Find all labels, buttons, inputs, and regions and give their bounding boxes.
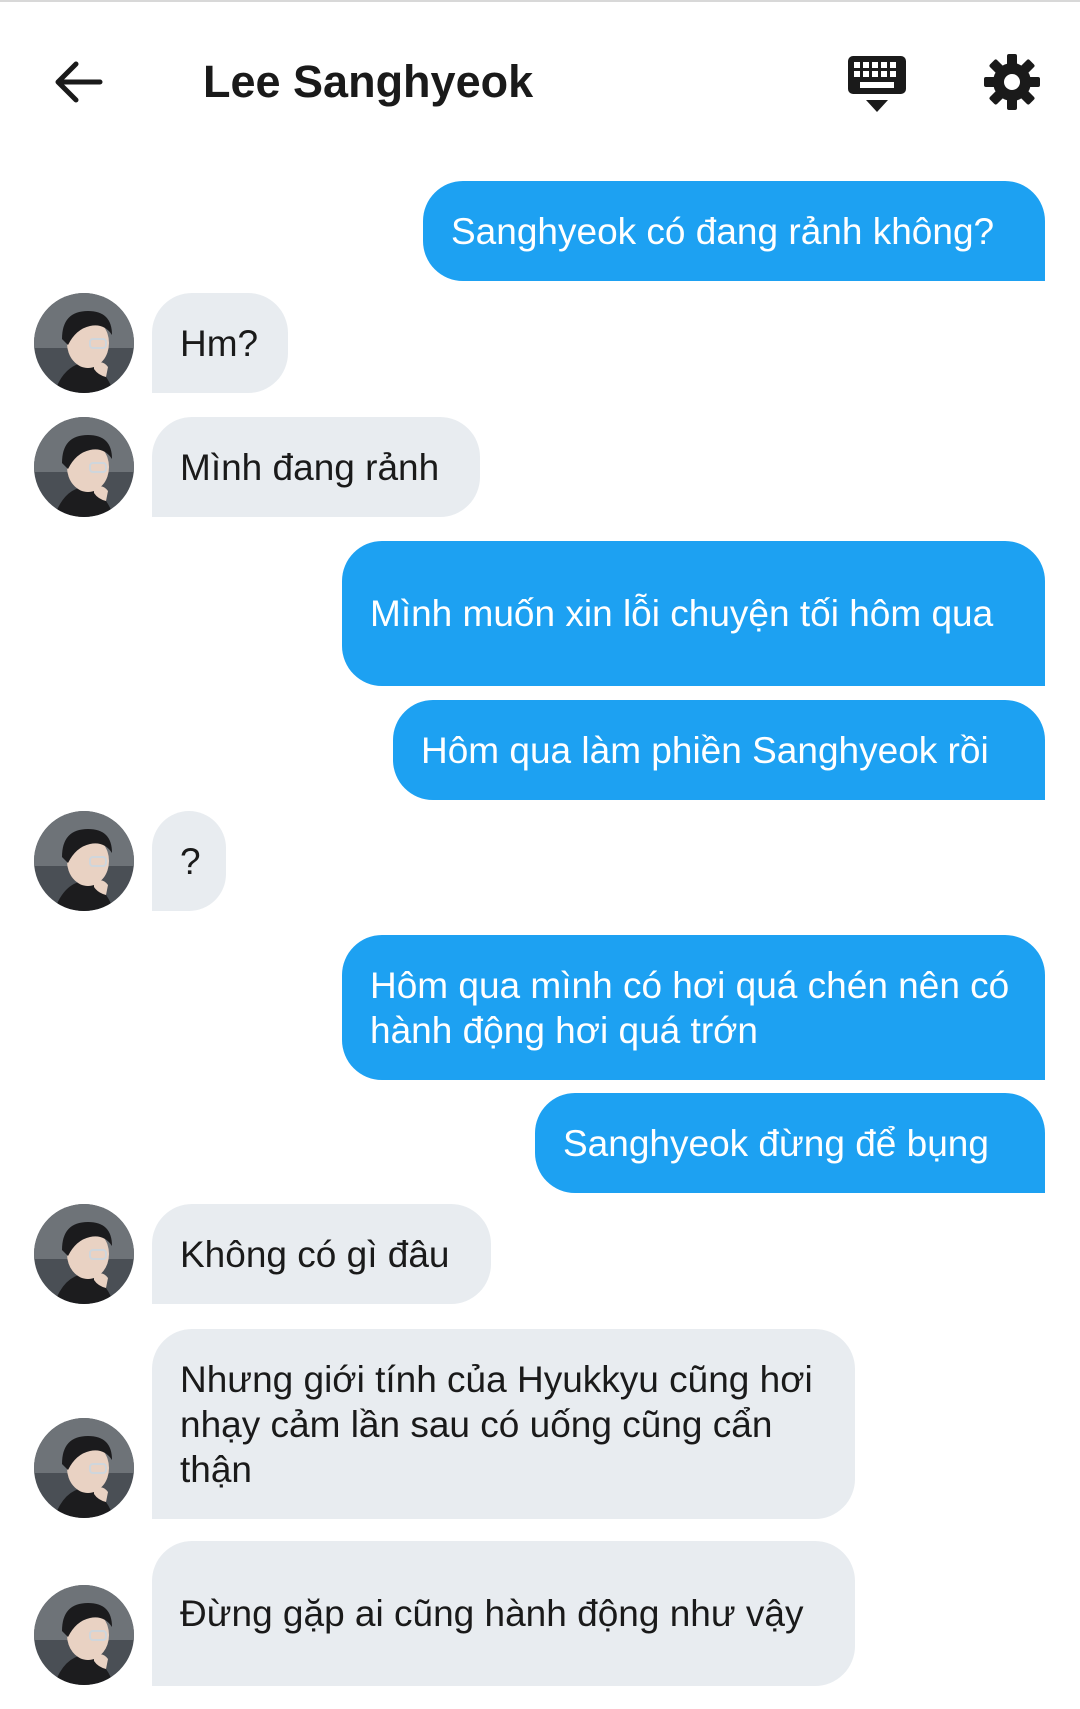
message-text: Sanghyeok có đang rảnh không? xyxy=(451,210,995,252)
back-button[interactable] xyxy=(48,52,108,112)
message-bubble-outgoing[interactable]: Hôm qua mình có hơi quá chén nên có hành… xyxy=(342,935,1045,1080)
message-bubble-incoming[interactable]: Đừng gặp ai cũng hành động như vậy xyxy=(152,1541,855,1686)
message-bubble-incoming[interactable]: Hm? xyxy=(152,293,288,393)
message-text: Mình đang rảnh xyxy=(180,446,440,488)
avatar[interactable] xyxy=(34,417,134,517)
avatar[interactable] xyxy=(34,1585,134,1685)
message-bubble-outgoing[interactable]: Mình muốn xin lỗi chuyện tối hôm qua xyxy=(342,541,1045,686)
message-bubble-incoming[interactable]: ? xyxy=(152,811,226,911)
message-text: ? xyxy=(180,840,201,882)
profile-photo xyxy=(34,417,134,517)
message-bubble-incoming[interactable]: Nhưng giới tính của Hyukkyu cũng hơi nhạ… xyxy=(152,1329,855,1519)
profile-photo xyxy=(34,1418,134,1518)
arrow-left-icon xyxy=(55,61,103,103)
profile-photo xyxy=(34,1204,134,1304)
message-text: Mình muốn xin lỗi chuyện tối hôm qua xyxy=(370,593,994,634)
message-text: Hôm qua mình có hơi quá chén nên có hành… xyxy=(370,964,1010,1051)
message-bubble-incoming[interactable]: Mình đang rảnh xyxy=(152,417,480,517)
message-text: Không có gì đâu xyxy=(180,1233,450,1275)
avatar[interactable] xyxy=(34,1204,134,1304)
profile-photo xyxy=(34,811,134,911)
message-bubble-outgoing[interactable]: Hôm qua làm phiền Sanghyeok rồi xyxy=(393,700,1045,800)
message-bubble-outgoing[interactable]: Sanghyeok có đang rảnh không? xyxy=(423,181,1045,281)
keyboard-hide-button[interactable] xyxy=(846,54,908,116)
profile-photo xyxy=(34,1585,134,1685)
message-bubble-outgoing[interactable]: Sanghyeok đừng để bụng xyxy=(535,1093,1045,1193)
message-text: Nhưng giới tính của Hyukkyu cũng hơi nhạ… xyxy=(180,1358,813,1490)
settings-button[interactable] xyxy=(982,52,1042,112)
chat-title: Lee Sanghyeok xyxy=(203,56,534,107)
gear-icon xyxy=(984,54,1040,110)
profile-photo xyxy=(34,293,134,393)
avatar[interactable] xyxy=(34,1418,134,1518)
avatar[interactable] xyxy=(34,293,134,393)
message-text: Hôm qua làm phiền Sanghyeok rồi xyxy=(421,729,989,771)
message-text: Đừng gặp ai cũng hành động như vậy xyxy=(180,1593,804,1634)
message-text: Sanghyeok đừng để bụng xyxy=(563,1122,989,1164)
message-text: Hm? xyxy=(180,322,259,364)
message-bubble-incoming[interactable]: Không có gì đâu xyxy=(152,1204,491,1304)
avatar[interactable] xyxy=(34,811,134,911)
chat-header: Lee Sanghyeok xyxy=(0,2,1080,152)
keyboard-hide-icon xyxy=(848,56,906,112)
